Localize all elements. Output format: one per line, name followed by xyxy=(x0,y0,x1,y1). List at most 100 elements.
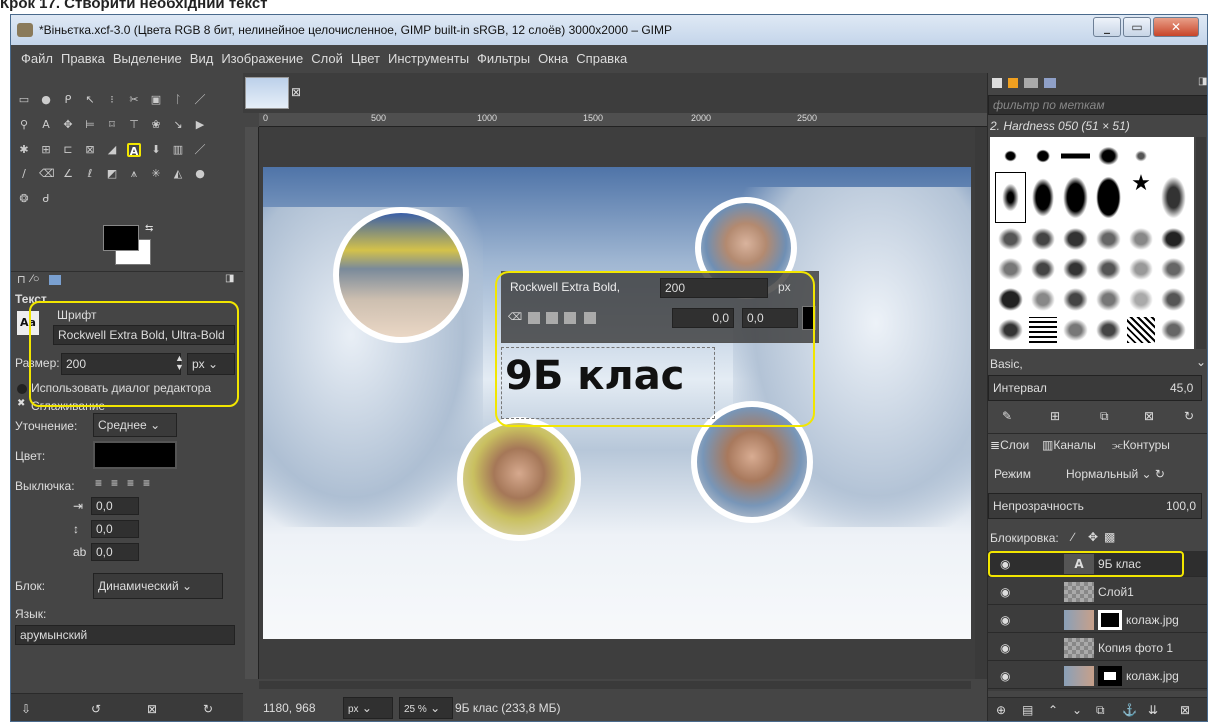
tool-options-tab-icon[interactable]: ⊓ xyxy=(17,273,26,286)
brush-icon-34[interactable] xyxy=(1093,316,1123,343)
lock-position-icon[interactable]: ✥ xyxy=(1088,530,1098,544)
close-button[interactable]: ✕ xyxy=(1153,17,1199,37)
zoom-select[interactable]: 25 % ⌄ xyxy=(399,697,453,719)
visibility-eye-icon-2[interactable]: ◉ xyxy=(1000,585,1010,599)
horizontal-scrollbar[interactable] xyxy=(259,681,971,689)
brush-icon-14[interactable] xyxy=(1028,225,1058,252)
panel-menu-icon[interactable]: ◨ xyxy=(225,273,234,284)
merge-layer-icon[interactable]: ⇊ xyxy=(1148,703,1158,717)
color-select-tool-icon[interactable]: ⁝ xyxy=(105,93,119,107)
menu-layer[interactable]: Слой xyxy=(307,45,347,73)
brush-icon-32[interactable] xyxy=(1028,316,1058,343)
brush-icon-21[interactable] xyxy=(1061,255,1090,283)
chevron-down-icon-4[interactable]: ⌄ xyxy=(1196,355,1206,369)
heal-tool-icon[interactable]: ⩚ xyxy=(127,167,141,181)
fonts-tab-icon[interactable] xyxy=(1024,78,1038,88)
mypaint-tool-icon[interactable]: ❂ xyxy=(17,192,31,206)
menu-filters[interactable]: Фильтры xyxy=(473,45,534,73)
brush-icon-31[interactable] xyxy=(996,316,1025,343)
brush-icon-7[interactable] xyxy=(995,172,1026,223)
use-editor-checkbox[interactable] xyxy=(17,384,27,394)
brush-icon-17[interactable] xyxy=(1126,225,1156,252)
visibility-eye-icon-5[interactable]: ◉ xyxy=(1000,669,1010,683)
brush-icon-28[interactable] xyxy=(1093,286,1123,313)
refresh-brushes-icon[interactable]: ↻ xyxy=(1184,409,1194,423)
brush-icon-16[interactable] xyxy=(1093,225,1123,252)
color-picker-tool-icon[interactable]: ／ xyxy=(193,93,207,107)
brush-grid[interactable]: ★ xyxy=(990,137,1194,349)
brush-icon-9[interactable] xyxy=(1061,173,1090,222)
antialias-checkbox[interactable]: ✖ xyxy=(17,398,25,409)
menu-image[interactable]: Изображение xyxy=(217,45,307,73)
brush-scrollbar[interactable] xyxy=(1196,137,1206,349)
brush-icon-22[interactable] xyxy=(1093,255,1123,283)
brush-icon-5[interactable] xyxy=(1126,143,1156,170)
visibility-eye-icon-4[interactable]: ◉ xyxy=(1000,641,1010,655)
new-brush-icon[interactable]: ⊞ xyxy=(1050,409,1060,423)
brush-icon-11[interactable]: ★ xyxy=(1127,173,1156,221)
menu-file[interactable]: Файл xyxy=(17,45,57,73)
eraser-tool-icon[interactable]: ⌫ xyxy=(39,167,55,181)
duplicate-layer-icon[interactable]: ⧉ xyxy=(1096,703,1105,718)
box-select[interactable]: Динамический ⌄ xyxy=(93,573,223,599)
brush-preset-label[interactable]: Basic, xyxy=(990,357,1023,371)
menu-view[interactable]: Вид xyxy=(186,45,218,73)
scissors-tool-icon[interactable]: ✂ xyxy=(127,93,141,107)
gradients-tab-icon[interactable] xyxy=(1044,78,1056,88)
crop-tool-icon[interactable]: ⌑ xyxy=(105,118,119,132)
line-spacing-input[interactable]: 0,0 xyxy=(91,520,139,538)
flip-tool-icon[interactable]: ⊏ xyxy=(61,143,75,157)
vertical-scrollbar[interactable] xyxy=(975,127,987,679)
justify-right-icon[interactable]: ≡ xyxy=(111,476,118,490)
unified-transform-tool-icon[interactable]: ⊤ xyxy=(127,118,141,132)
brush-filter-input[interactable]: фильтр по меткам xyxy=(988,95,1207,115)
warp-tool-icon[interactable]: ❀ xyxy=(149,118,163,132)
text-tool-icon[interactable]: A xyxy=(127,142,141,158)
new-group-icon[interactable]: ▤ xyxy=(1022,703,1033,717)
delete-brush-icon[interactable]: ⊠ xyxy=(1144,409,1154,423)
lock-alpha-icon[interactable]: ▩ xyxy=(1104,530,1115,544)
perspective-tool-icon[interactable]: ⊞ xyxy=(39,143,53,157)
tab-layers[interactable]: ≣Слои xyxy=(990,438,1029,452)
brush-icon-24[interactable] xyxy=(1159,255,1188,283)
measure-tool-icon[interactable]: A xyxy=(39,118,53,132)
gegl-tool-icon[interactable]: ⊠ xyxy=(83,143,97,157)
clone-tool-icon[interactable]: ◩ xyxy=(105,167,119,181)
pencil-tool-icon[interactable]: ／ xyxy=(193,143,207,157)
rect-select-tool-icon[interactable]: ▭ xyxy=(17,93,31,107)
menu-colors[interactable]: Цвет xyxy=(347,45,384,73)
new-layer-icon[interactable]: ⊕ xyxy=(996,703,1006,717)
anchor-layer-icon[interactable]: ⚓ xyxy=(1122,703,1137,717)
brushes-tab-icon[interactable] xyxy=(992,78,1002,88)
canvas-image[interactable]: 9Б клас Rockwell Extra Bold, 200 px ⌫ 0,… xyxy=(263,167,971,639)
blur-tool-icon[interactable]: ᑯ xyxy=(39,192,53,206)
device-status-tab-icon[interactable]: ⁄○ xyxy=(31,273,39,285)
reset-options-icon[interactable]: ↻ xyxy=(203,702,213,716)
close-tab-icon[interactable]: ⊠ xyxy=(291,85,301,99)
tab-paths[interactable]: ⫘Контуры xyxy=(1112,438,1170,453)
hinting-select[interactable]: Среднее ⌄ xyxy=(93,413,177,437)
menu-select[interactable]: Выделение xyxy=(109,45,186,73)
patterns-tab-icon[interactable] xyxy=(1008,78,1018,88)
brush-icon-26[interactable] xyxy=(1028,286,1058,313)
brush-icon-6[interactable] xyxy=(1159,143,1188,170)
duplicate-brush-icon[interactable]: ⧉ xyxy=(1100,409,1109,424)
foreground-color-swatch[interactable] xyxy=(103,225,139,251)
bucket-fill-tool-icon[interactable]: ⬇ xyxy=(149,143,163,157)
canvas-area[interactable]: 9Б клас Rockwell Extra Bold, 200 px ⌫ 0,… xyxy=(259,127,975,679)
image-tab-thumbnail[interactable] xyxy=(245,77,289,109)
tab-channels[interactable]: ▥Каналы xyxy=(1042,438,1096,452)
paintbrush-tool-icon[interactable]: ∕ xyxy=(17,167,31,181)
lang-input[interactable]: арумынский xyxy=(15,625,235,645)
justify-fill-icon[interactable]: ≡ xyxy=(143,476,150,490)
layer-row-collage-2[interactable]: ◉ колаж.jpg xyxy=(988,663,1207,689)
zoom-tool-icon[interactable]: ⚲ xyxy=(17,118,31,132)
brush-icon-18[interactable] xyxy=(1159,225,1188,252)
brush-icon-13[interactable] xyxy=(996,225,1025,252)
triangle-tool-icon[interactable]: ◢ xyxy=(105,143,119,157)
delete-layer-icon[interactable]: ⊠ xyxy=(1180,703,1190,717)
text-color-button[interactable] xyxy=(93,441,177,469)
letter-spacing-input[interactable]: 0,0 xyxy=(91,543,139,561)
brush-icon-10[interactable] xyxy=(1093,173,1123,222)
brush-icon-35[interactable] xyxy=(1126,316,1156,343)
